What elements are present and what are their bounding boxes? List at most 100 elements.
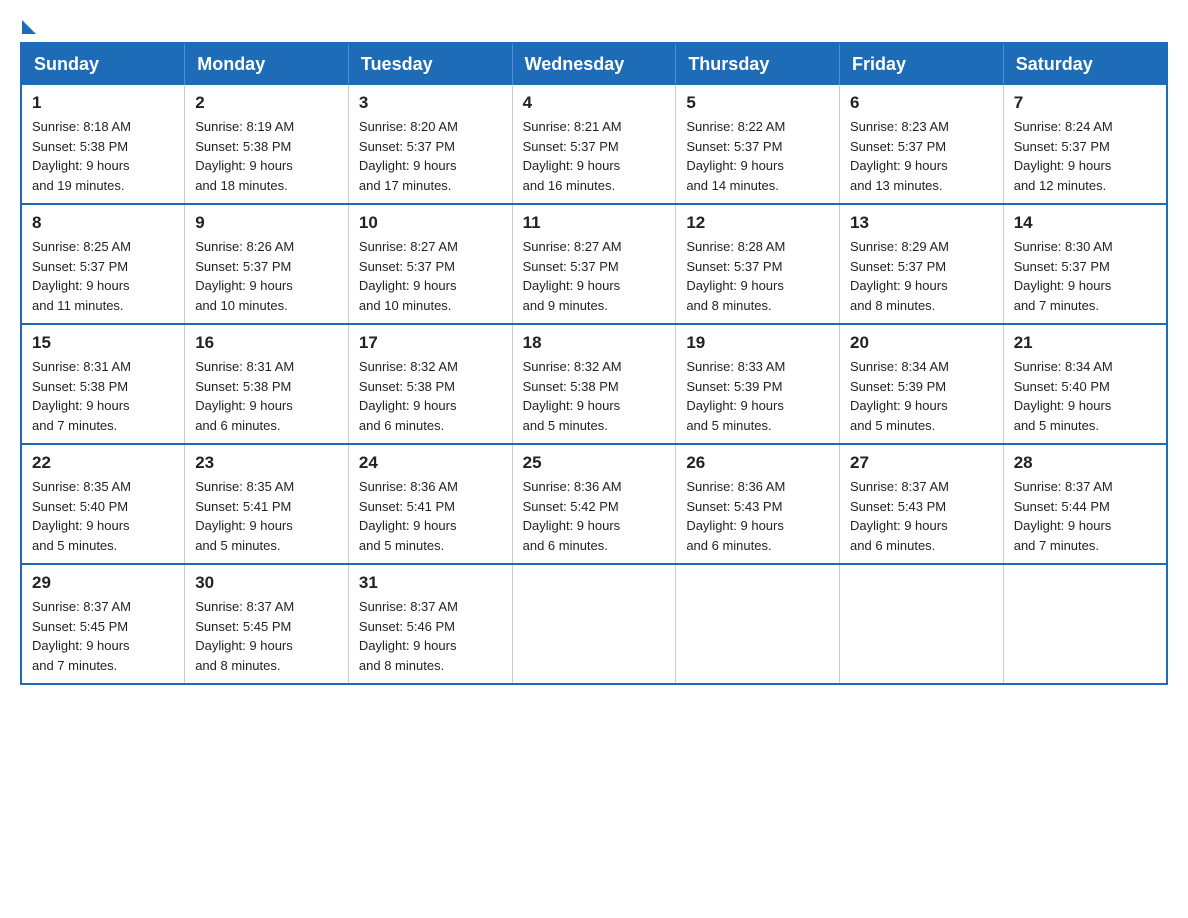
calendar-cell: 22 Sunrise: 8:35 AMSunset: 5:40 PMDayligh… — [21, 444, 185, 564]
day-number: 13 — [850, 213, 993, 233]
day-info: Sunrise: 8:22 AMSunset: 5:37 PMDaylight:… — [686, 117, 829, 195]
day-info: Sunrise: 8:29 AMSunset: 5:37 PMDaylight:… — [850, 237, 993, 315]
calendar-cell: 13 Sunrise: 8:29 AMSunset: 5:37 PMDayligh… — [840, 204, 1004, 324]
calendar-week-row: 15 Sunrise: 8:31 AMSunset: 5:38 PMDayligh… — [21, 324, 1167, 444]
calendar-cell: 30 Sunrise: 8:37 AMSunset: 5:45 PMDayligh… — [185, 564, 349, 684]
day-number: 17 — [359, 333, 502, 353]
day-info: Sunrise: 8:35 AMSunset: 5:41 PMDaylight:… — [195, 477, 338, 555]
calendar-cell — [512, 564, 676, 684]
day-info: Sunrise: 8:18 AMSunset: 5:38 PMDaylight:… — [32, 117, 174, 195]
calendar-cell: 17 Sunrise: 8:32 AMSunset: 5:38 PMDayligh… — [348, 324, 512, 444]
day-info: Sunrise: 8:31 AMSunset: 5:38 PMDaylight:… — [32, 357, 174, 435]
day-number: 28 — [1014, 453, 1156, 473]
day-info: Sunrise: 8:24 AMSunset: 5:37 PMDaylight:… — [1014, 117, 1156, 195]
day-header-sunday: Sunday — [21, 43, 185, 85]
day-info: Sunrise: 8:35 AMSunset: 5:40 PMDaylight:… — [32, 477, 174, 555]
day-number: 22 — [32, 453, 174, 473]
calendar-cell: 27 Sunrise: 8:37 AMSunset: 5:43 PMDayligh… — [840, 444, 1004, 564]
calendar-cell: 15 Sunrise: 8:31 AMSunset: 5:38 PMDayligh… — [21, 324, 185, 444]
calendar-cell: 5 Sunrise: 8:22 AMSunset: 5:37 PMDaylight… — [676, 85, 840, 204]
day-number: 11 — [523, 213, 666, 233]
calendar-cell: 25Sunrise: 8:36 AMSunset: 5:42 PMDayligh… — [512, 444, 676, 564]
day-number: 21 — [1014, 333, 1156, 353]
calendar-cell: 21Sunrise: 8:34 AMSunset: 5:40 PMDayligh… — [1003, 324, 1167, 444]
day-header-wednesday: Wednesday — [512, 43, 676, 85]
day-info: Sunrise: 8:36 AMSunset: 5:42 PMDaylight:… — [523, 477, 666, 555]
day-info: Sunrise: 8:25 AMSunset: 5:37 PMDaylight:… — [32, 237, 174, 315]
calendar-table: SundayMondayTuesdayWednesdayThursdayFrid… — [20, 42, 1168, 685]
day-info: Sunrise: 8:27 AMSunset: 5:37 PMDaylight:… — [523, 237, 666, 315]
day-info: Sunrise: 8:37 AMSunset: 5:44 PMDaylight:… — [1014, 477, 1156, 555]
day-number: 29 — [32, 573, 174, 593]
calendar-cell: 11 Sunrise: 8:27 AMSunset: 5:37 PMDayligh… — [512, 204, 676, 324]
calendar-cell: 10Sunrise: 8:27 AMSunset: 5:37 PMDayligh… — [348, 204, 512, 324]
calendar-cell: 24Sunrise: 8:36 AMSunset: 5:41 PMDayligh… — [348, 444, 512, 564]
day-number: 6 — [850, 93, 993, 113]
day-number: 8 — [32, 213, 174, 233]
calendar-header-row: SundayMondayTuesdayWednesdayThursdayFrid… — [21, 43, 1167, 85]
day-info: Sunrise: 8:37 AMSunset: 5:45 PMDaylight:… — [195, 597, 338, 675]
calendar-cell: 12Sunrise: 8:28 AMSunset: 5:37 PMDayligh… — [676, 204, 840, 324]
day-number: 30 — [195, 573, 338, 593]
day-number: 12 — [686, 213, 829, 233]
day-info: Sunrise: 8:34 AMSunset: 5:39 PMDaylight:… — [850, 357, 993, 435]
calendar-week-row: 8 Sunrise: 8:25 AMSunset: 5:37 PMDaylight… — [21, 204, 1167, 324]
day-number: 10 — [359, 213, 502, 233]
day-number: 31 — [359, 573, 502, 593]
day-number: 1 — [32, 93, 174, 113]
day-number: 18 — [523, 333, 666, 353]
day-info: Sunrise: 8:20 AMSunset: 5:37 PMDaylight:… — [359, 117, 502, 195]
calendar-cell: 6Sunrise: 8:23 AMSunset: 5:37 PMDaylight… — [840, 85, 1004, 204]
day-info: Sunrise: 8:36 AMSunset: 5:43 PMDaylight:… — [686, 477, 829, 555]
calendar-week-row: 29 Sunrise: 8:37 AMSunset: 5:45 PMDayligh… — [21, 564, 1167, 684]
page-header — [20, 20, 1168, 32]
calendar-cell: 16Sunrise: 8:31 AMSunset: 5:38 PMDayligh… — [185, 324, 349, 444]
calendar-cell: 26 Sunrise: 8:36 AMSunset: 5:43 PMDayligh… — [676, 444, 840, 564]
logo — [20, 20, 36, 32]
calendar-cell: 28 Sunrise: 8:37 AMSunset: 5:44 PMDayligh… — [1003, 444, 1167, 564]
day-number: 4 — [523, 93, 666, 113]
day-info: Sunrise: 8:37 AMSunset: 5:46 PMDaylight:… — [359, 597, 502, 675]
day-header-monday: Monday — [185, 43, 349, 85]
calendar-cell: 19 Sunrise: 8:33 AMSunset: 5:39 PMDayligh… — [676, 324, 840, 444]
day-info: Sunrise: 8:30 AMSunset: 5:37 PMDaylight:… — [1014, 237, 1156, 315]
calendar-cell: 29 Sunrise: 8:37 AMSunset: 5:45 PMDayligh… — [21, 564, 185, 684]
calendar-cell: 3 Sunrise: 8:20 AMSunset: 5:37 PMDaylight… — [348, 85, 512, 204]
calendar-body: 1 Sunrise: 8:18 AMSunset: 5:38 PMDaylight… — [21, 85, 1167, 684]
calendar-week-row: 1 Sunrise: 8:18 AMSunset: 5:38 PMDaylight… — [21, 85, 1167, 204]
logo-arrow-icon — [22, 20, 36, 34]
day-info: Sunrise: 8:32 AMSunset: 5:38 PMDaylight:… — [359, 357, 502, 435]
calendar-cell: 31 Sunrise: 8:37 AMSunset: 5:46 PMDayligh… — [348, 564, 512, 684]
calendar-cell: 20Sunrise: 8:34 AMSunset: 5:39 PMDayligh… — [840, 324, 1004, 444]
day-number: 7 — [1014, 93, 1156, 113]
day-info: Sunrise: 8:37 AMSunset: 5:45 PMDaylight:… — [32, 597, 174, 675]
calendar-cell: 1 Sunrise: 8:18 AMSunset: 5:38 PMDaylight… — [21, 85, 185, 204]
calendar-cell: 7 Sunrise: 8:24 AMSunset: 5:37 PMDaylight… — [1003, 85, 1167, 204]
calendar-week-row: 22 Sunrise: 8:35 AMSunset: 5:40 PMDayligh… — [21, 444, 1167, 564]
day-header-tuesday: Tuesday — [348, 43, 512, 85]
calendar-cell: 2 Sunrise: 8:19 AMSunset: 5:38 PMDaylight… — [185, 85, 349, 204]
day-info: Sunrise: 8:33 AMSunset: 5:39 PMDaylight:… — [686, 357, 829, 435]
calendar-cell: 18 Sunrise: 8:32 AMSunset: 5:38 PMDayligh… — [512, 324, 676, 444]
day-number: 19 — [686, 333, 829, 353]
day-number: 5 — [686, 93, 829, 113]
day-info: Sunrise: 8:32 AMSunset: 5:38 PMDaylight:… — [523, 357, 666, 435]
day-number: 26 — [686, 453, 829, 473]
calendar-cell — [840, 564, 1004, 684]
calendar-cell — [676, 564, 840, 684]
day-info: Sunrise: 8:37 AMSunset: 5:43 PMDaylight:… — [850, 477, 993, 555]
calendar-cell — [1003, 564, 1167, 684]
day-info: Sunrise: 8:19 AMSunset: 5:38 PMDaylight:… — [195, 117, 338, 195]
calendar-cell: 23 Sunrise: 8:35 AMSunset: 5:41 PMDayligh… — [185, 444, 349, 564]
day-header-saturday: Saturday — [1003, 43, 1167, 85]
day-number: 27 — [850, 453, 993, 473]
day-number: 14 — [1014, 213, 1156, 233]
day-number: 15 — [32, 333, 174, 353]
day-number: 23 — [195, 453, 338, 473]
day-header-thursday: Thursday — [676, 43, 840, 85]
day-info: Sunrise: 8:26 AMSunset: 5:37 PMDaylight:… — [195, 237, 338, 315]
day-number: 2 — [195, 93, 338, 113]
day-info: Sunrise: 8:21 AMSunset: 5:37 PMDaylight:… — [523, 117, 666, 195]
day-header-friday: Friday — [840, 43, 1004, 85]
day-number: 3 — [359, 93, 502, 113]
